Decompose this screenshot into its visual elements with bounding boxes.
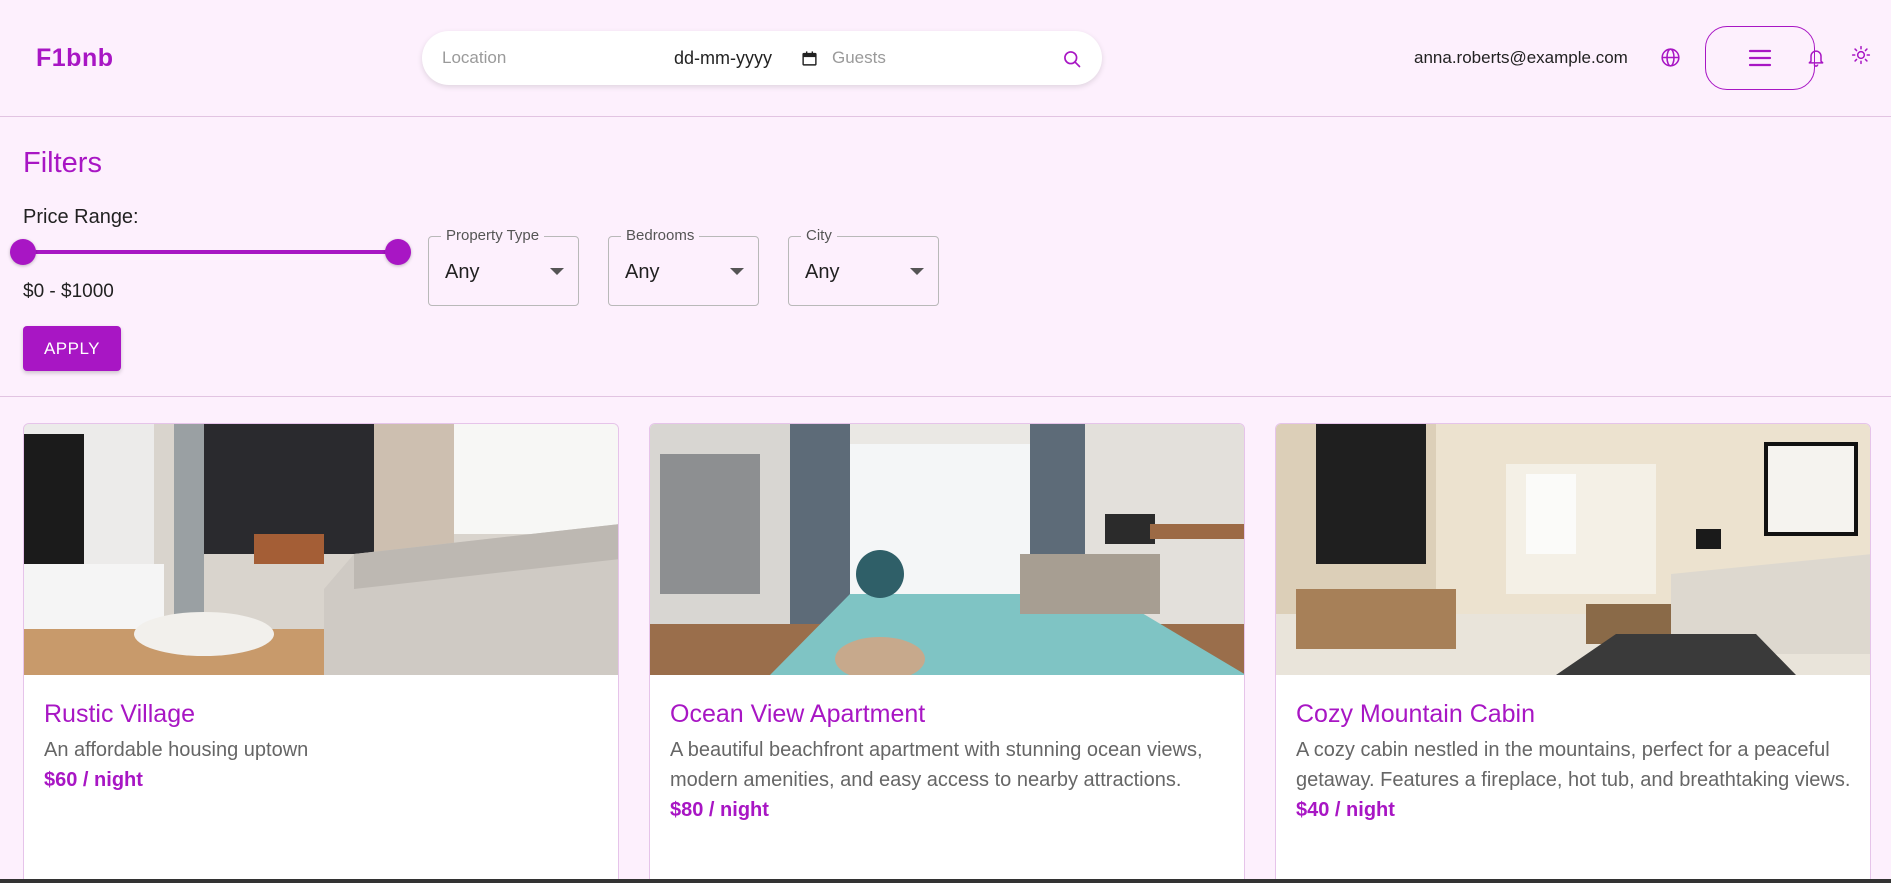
city-select[interactable]: City Any xyxy=(788,227,939,306)
bottom-edge xyxy=(0,879,1891,883)
slider-track[interactable] xyxy=(23,250,398,254)
search-bar: Location dd-mm-yyyy Guests xyxy=(422,31,1102,85)
listing-price: $60 / night xyxy=(44,769,143,791)
select-value: Any xyxy=(445,261,480,283)
date-input[interactable]: dd-mm-yyyy xyxy=(674,48,772,69)
globe-icon[interactable] xyxy=(1660,47,1681,68)
select-value: Any xyxy=(805,261,840,283)
search-icon[interactable] xyxy=(1062,49,1082,69)
guests-input[interactable]: Guests xyxy=(832,48,886,68)
listing-title[interactable]: Cozy Mountain Cabin xyxy=(1296,700,1535,729)
select-label: Property Type xyxy=(441,227,545,244)
slider-thumb-max[interactable] xyxy=(385,239,411,265)
listing-description: A beautiful beachfront apartment with st… xyxy=(670,739,1203,791)
filters-panel: Filters Price Range: $0 - $1000 APPLY Pr… xyxy=(0,117,1891,397)
dropdown-arrow-icon xyxy=(730,268,744,275)
dropdown-arrow-icon xyxy=(910,268,924,275)
select-label: Bedrooms xyxy=(621,227,700,244)
select-value: Any xyxy=(625,261,660,283)
listing-body: A cozy cabin nestled in the mountains, p… xyxy=(1296,735,1856,825)
bedrooms-select[interactable]: Bedrooms Any xyxy=(608,227,759,306)
listing-description: An affordable housing uptown xyxy=(44,739,309,761)
menu-icon xyxy=(1748,49,1772,67)
price-range-slider[interactable] xyxy=(10,239,411,265)
user-email: anna.roberts@example.com xyxy=(1414,48,1628,67)
listing-card[interactable]: Cozy Mountain Cabin A cozy cabin nestled… xyxy=(1275,423,1871,883)
slider-thumb-min[interactable] xyxy=(10,239,36,265)
listing-price: $80 / night xyxy=(670,799,769,821)
listing-image[interactable] xyxy=(650,424,1245,675)
listing-image[interactable] xyxy=(24,424,619,675)
select-label: City xyxy=(801,227,837,244)
bell-icon[interactable] xyxy=(1806,47,1826,67)
price-range-label: Price Range: xyxy=(23,206,139,228)
listing-price: $40 / night xyxy=(1296,799,1395,821)
filters-title: Filters xyxy=(23,147,102,179)
listing-description: A cozy cabin nestled in the mountains, p… xyxy=(1296,739,1851,791)
listing-title[interactable]: Rustic Village xyxy=(44,700,195,729)
price-range-value: $0 - $1000 xyxy=(23,281,114,302)
listing-card[interactable]: Rustic Village An affordable housing upt… xyxy=(23,423,619,883)
brand-logo[interactable]: F1bnb xyxy=(36,44,114,73)
dropdown-arrow-icon xyxy=(550,268,564,275)
calendar-icon[interactable] xyxy=(801,50,818,67)
apply-button[interactable]: APPLY xyxy=(23,326,121,371)
listing-body: A beautiful beachfront apartment with st… xyxy=(670,735,1230,825)
property-type-select[interactable]: Property Type Any xyxy=(428,227,579,306)
listing-body: An affordable housing uptown $60 / night xyxy=(44,735,604,795)
listing-image[interactable] xyxy=(1276,424,1871,675)
top-header: F1bnb Location dd-mm-yyyy Guests anna.ro… xyxy=(0,0,1891,117)
listing-title[interactable]: Ocean View Apartment xyxy=(670,700,925,729)
listing-card[interactable]: Ocean View Apartment A beautiful beachfr… xyxy=(649,423,1245,883)
menu-button[interactable] xyxy=(1705,26,1815,90)
location-input[interactable]: Location xyxy=(442,48,506,68)
sun-icon[interactable] xyxy=(1851,45,1871,65)
